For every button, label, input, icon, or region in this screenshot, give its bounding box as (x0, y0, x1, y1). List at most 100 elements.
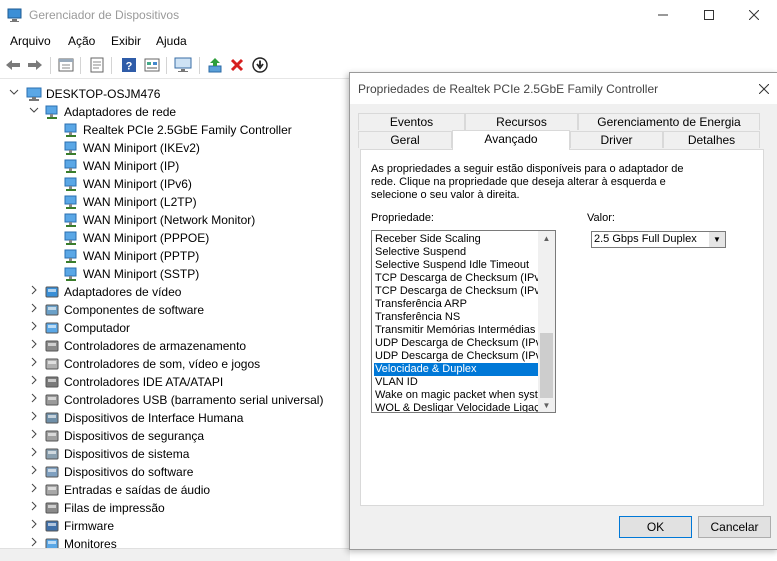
network-adapter-icon (63, 158, 79, 174)
tree-item-label: Computador (64, 321, 131, 335)
property-list-item[interactable]: Wake on magic packet when system (375, 389, 539, 402)
back-icon[interactable] (4, 56, 22, 74)
tree-category[interactable]: Componentes de software (0, 301, 350, 319)
uninstall-icon[interactable] (228, 56, 246, 74)
property-list-item[interactable]: Transferência NS (375, 311, 539, 324)
tree-category[interactable]: Dispositivos de Interface Humana (0, 409, 350, 427)
tree-category[interactable]: Dispositivos de sistema (0, 445, 350, 463)
monitor-icon[interactable] (174, 56, 192, 74)
scrollbar-thumb[interactable] (540, 333, 553, 398)
tree-category-network[interactable]: Adaptadores de rede (0, 103, 350, 121)
view-icon[interactable] (143, 56, 161, 74)
device-category-icon (44, 518, 60, 534)
tab-eventos[interactable]: Eventos (358, 113, 465, 130)
collapsed-chevron-icon[interactable] (28, 321, 40, 333)
tree-category[interactable]: Entradas e saídas de áudio (0, 481, 350, 499)
tree-item-network-adapter[interactable]: Realtek PCIe 2.5GbE Family Controller (0, 121, 350, 139)
tab-detalhes[interactable]: Detalhes (663, 131, 760, 148)
update-driver-icon[interactable] (206, 56, 224, 74)
device-category-icon (44, 392, 60, 408)
close-icon (749, 10, 759, 20)
tree-category[interactable]: Firmware (0, 517, 350, 535)
property-list-item[interactable]: Transmitir Memórias Intermédias (375, 324, 539, 337)
properties-icon[interactable] (57, 56, 75, 74)
property-list-item[interactable]: Selective Suspend (375, 246, 539, 259)
device-manager-icon (7, 7, 23, 23)
property-listbox[interactable]: Receber Side Scaling Selective Suspend Sel… (371, 230, 556, 413)
collapsed-chevron-icon[interactable] (28, 375, 40, 387)
menu-ajuda[interactable]: Ajuda (156, 34, 187, 48)
tree-item-label: WAN Miniport (IPv6) (83, 177, 192, 191)
collapsed-chevron-icon[interactable] (28, 339, 40, 351)
tree-item-network-adapter[interactable]: WAN Miniport (Network Monitor) (0, 211, 350, 229)
tree-item-network-adapter[interactable]: WAN Miniport (IPv6) (0, 175, 350, 193)
tree-item-network-adapter[interactable]: WAN Miniport (IP) (0, 157, 350, 175)
collapsed-chevron-icon[interactable] (28, 357, 40, 369)
collapsed-chevron-icon[interactable] (28, 501, 40, 513)
dialog-close-button[interactable] (755, 80, 773, 98)
scroll-up-icon[interactable]: ▲ (538, 232, 555, 245)
tab-driver[interactable]: Driver (570, 131, 663, 148)
property-list-item[interactable]: Receber Side Scaling (375, 233, 539, 246)
tree-category[interactable]: Controladores USB (barramento serial uni… (0, 391, 350, 409)
expanded-chevron-icon[interactable] (28, 105, 40, 117)
collapsed-chevron-icon[interactable] (28, 285, 40, 297)
tree-category[interactable]: Dispositivos do software (0, 463, 350, 481)
property-list-item[interactable]: Selective Suspend Idle Timeout (375, 259, 539, 272)
collapsed-chevron-icon[interactable] (28, 303, 40, 315)
menu-acao[interactable]: Ação (68, 34, 95, 48)
property-list-item[interactable]: UDP Descarga de Checksum (IPv6) (375, 350, 539, 363)
minimize-button[interactable] (640, 0, 686, 30)
cancel-button[interactable]: Cancelar (698, 516, 771, 538)
close-button[interactable] (731, 0, 777, 30)
tree-item-network-adapter[interactable]: WAN Miniport (PPTP) (0, 247, 350, 265)
tab-gerenciamento-energia[interactable]: Gerenciamento de Energia (578, 113, 760, 130)
dropdown-arrow-icon[interactable]: ▼ (709, 232, 725, 247)
tree-item-network-adapter[interactable]: WAN Miniport (SSTP) (0, 265, 350, 283)
collapsed-chevron-icon[interactable] (28, 483, 40, 495)
scroll-down-icon[interactable]: ▼ (538, 399, 555, 412)
tab-avancado[interactable]: Avançado (452, 130, 570, 150)
expanded-chevron-icon[interactable] (8, 87, 20, 99)
collapsed-chevron-icon[interactable] (28, 411, 40, 423)
collapsed-chevron-icon[interactable] (28, 519, 40, 531)
property-list-item[interactable]: VLAN ID (375, 376, 539, 389)
computer-icon (26, 86, 42, 102)
download-icon[interactable] (251, 56, 269, 74)
forward-icon[interactable] (26, 56, 44, 74)
tree-category[interactable]: Adaptadores de vídeo (0, 283, 350, 301)
tree-category[interactable]: Filas de impressão (0, 499, 350, 517)
property-list-item[interactable]: WOL & Desligar Velocidade Ligação (375, 402, 539, 412)
horizontal-scrollbar[interactable] (0, 548, 350, 561)
ok-button[interactable]: OK (619, 516, 692, 538)
tree-category[interactable]: Controladores de som, vídeo e jogos (0, 355, 350, 373)
property-list-item[interactable]: UDP Descarga de Checksum (IPv4) (375, 337, 539, 350)
tab-recursos[interactable]: Recursos (465, 113, 578, 130)
tree-item-network-adapter[interactable]: WAN Miniport (IKEv2) (0, 139, 350, 157)
collapsed-chevron-icon[interactable] (28, 465, 40, 477)
tab-geral[interactable]: Geral (358, 131, 452, 148)
network-adapter-icon (63, 266, 79, 282)
help-icon[interactable]: ? (120, 56, 138, 74)
maximize-button[interactable] (686, 0, 732, 30)
tree-item-network-adapter[interactable]: WAN Miniport (L2TP) (0, 193, 350, 211)
property-list-item[interactable]: Velocidade & Duplex (374, 363, 540, 376)
menu-arquivo[interactable]: Arquivo (10, 34, 51, 48)
menu-exibir[interactable]: Exibir (111, 34, 141, 48)
device-category-icon (44, 482, 60, 498)
tree-item-network-adapter[interactable]: WAN Miniport (PPPOE) (0, 229, 350, 247)
collapsed-chevron-icon[interactable] (28, 447, 40, 459)
property-list-item[interactable]: TCP Descarga de Checksum (IPv4) (375, 272, 539, 285)
collapsed-chevron-icon[interactable] (28, 393, 40, 405)
tree-root[interactable]: DESKTOP-OSJM476 (0, 85, 350, 103)
tree-category[interactable]: Controladores IDE ATA/ATAPI (0, 373, 350, 391)
tree-category[interactable]: Controladores de armazenamento (0, 337, 350, 355)
update-icon[interactable] (88, 56, 106, 74)
tree-item-label: Controladores de armazenamento (64, 339, 247, 353)
property-list-item[interactable]: Transferência ARP (375, 298, 539, 311)
property-list-item[interactable]: TCP Descarga de Checksum (IPv6) (375, 285, 539, 298)
tree-category[interactable]: Computador (0, 319, 350, 337)
collapsed-chevron-icon[interactable] (28, 429, 40, 441)
toolbar-separator (166, 57, 167, 74)
tree-category[interactable]: Dispositivos de segurança (0, 427, 350, 445)
